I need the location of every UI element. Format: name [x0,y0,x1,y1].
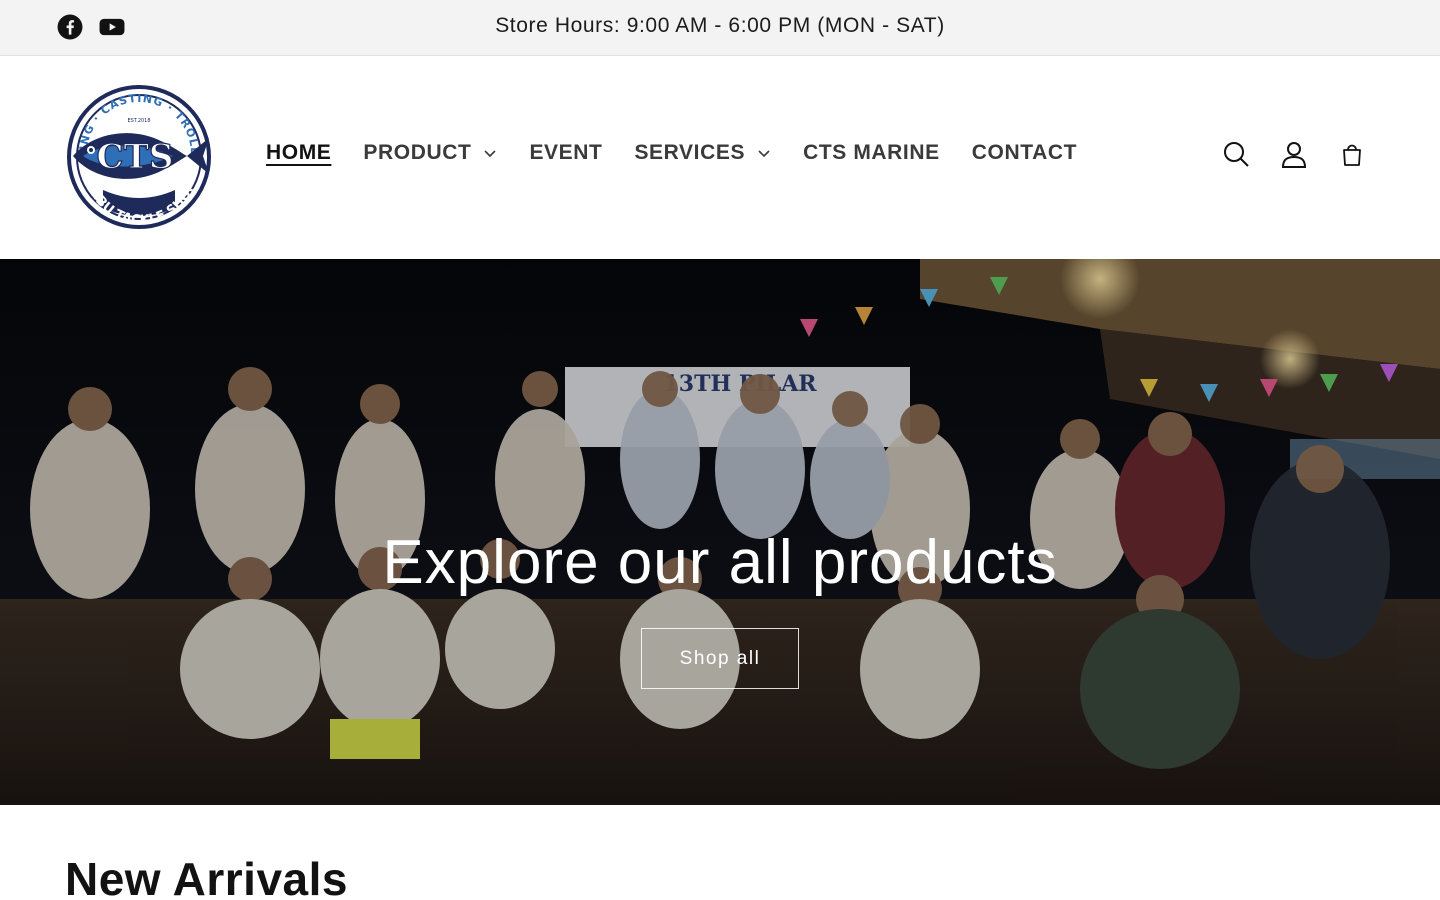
nav-product-label: PRODUCT [363,141,472,164]
nav-services-label: SERVICES [634,141,746,164]
hero-banner: 13TH PILAR Explore our all products Shop… [0,259,1440,805]
search-icon[interactable] [1222,139,1250,169]
new-arrivals-heading: New Arrivals [65,853,348,900]
shop-all-button[interactable]: Shop all [641,628,799,689]
site-header: JIGGING · CASTING · TROLLING EST.2018 CT… [0,57,1440,259]
nav-cts-marine-label: CTS MARINE [803,141,940,164]
nav-event[interactable]: EVENT [529,141,602,165]
hero-title: Explore our all products [382,528,1058,597]
nav-services[interactable]: SERVICES [634,141,771,165]
cart-icon[interactable] [1338,139,1366,169]
svg-text:CTS: CTS [97,137,174,177]
svg-text:EST.2018: EST.2018 [127,118,150,124]
nav-product[interactable]: PRODUCT [363,141,497,165]
store-logo[interactable]: JIGGING · CASTING · TROLLING EST.2018 CT… [58,74,217,230]
nav-cts-marine[interactable]: CTS MARINE [803,141,940,165]
main-nav: HOME PRODUCT EVENT SERVICES CTS MARINE C… [266,141,1109,165]
nav-home-label: HOME [266,141,332,164]
account-icon[interactable] [1280,139,1308,169]
announcement-bar: Store Hours: 9:00 AM - 6:00 PM (MON - SA… [0,0,1440,56]
header-icons [1222,139,1366,169]
chevron-down-icon [758,150,770,158]
nav-event-label: EVENT [529,141,603,164]
nav-contact-label: CONTACT [971,141,1078,164]
nav-contact[interactable]: CONTACT [972,141,1077,165]
nav-home[interactable]: HOME [266,141,331,165]
store-hours-text: Store Hours: 9:00 AM - 6:00 PM (MON - SA… [495,14,945,37]
chevron-down-icon [484,150,497,158]
